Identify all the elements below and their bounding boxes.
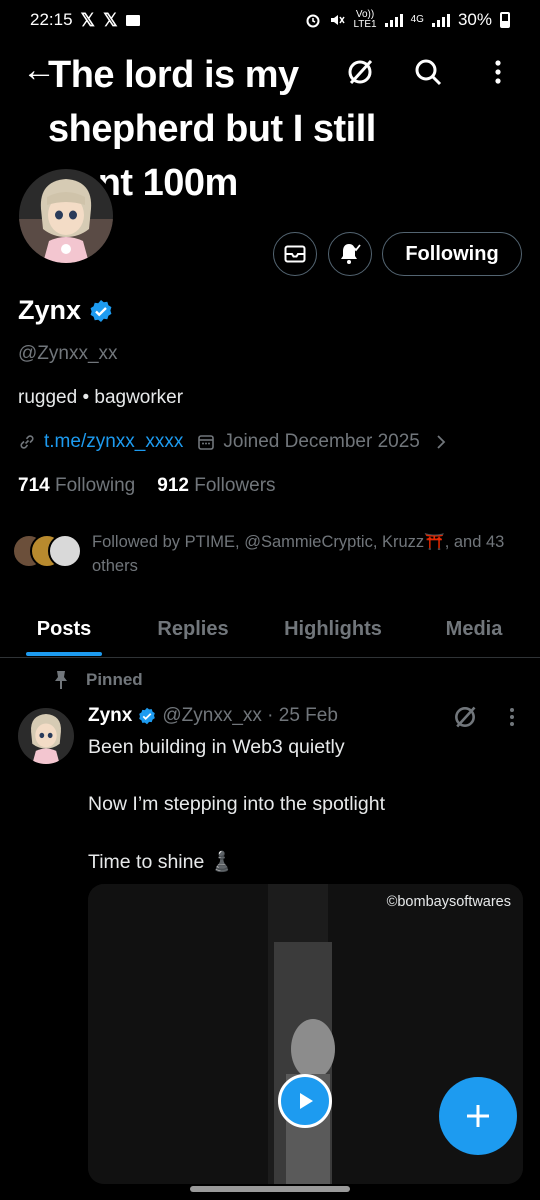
avatar [48,534,82,568]
video-watermark: ©bombaysoftwares [386,894,511,910]
tab-posts[interactable]: Posts [0,600,128,658]
post-header: Zynx @Zynxx_xx · 25 Feb [88,705,338,727]
followers-stat[interactable]: 912 Followers [157,475,275,497]
link-icon [20,435,34,449]
profile-link[interactable]: t.me/zynxx_xxxx [44,431,183,453]
compose-post-button[interactable] [439,1077,517,1155]
tab-media[interactable]: Media [408,600,540,658]
volte-indicator: Vo)) LTE1 [353,9,377,30]
grok-icon[interactable] [452,704,478,735]
post-text-line: Time to shine ♟️ [88,851,235,873]
post-more-icon[interactable] [508,704,516,735]
calendar-icon [198,435,215,450]
display-name: Zynx [18,295,82,325]
active-tab-indicator [26,652,102,656]
tab-replies[interactable]: Replies [128,600,258,658]
pinned-indicator: Pinned [52,670,143,690]
followed-by-text: Followed by PTIME, @SammieCryptic, Kruzz… [92,533,505,575]
verified-badge-icon [139,707,156,725]
joined-date: Joined December 2025 [223,431,420,452]
message-button[interactable] [273,232,317,276]
profile-avatar[interactable] [15,165,117,267]
grok-icon[interactable] [342,54,378,90]
pin-icon [55,671,67,689]
follow-stats: 714 Following 912 Followers [18,475,276,497]
play-icon [300,1093,313,1109]
post-author-name[interactable]: Zynx [88,705,132,727]
following-stat[interactable]: 714 Following [18,475,135,497]
signal-icon [384,13,403,27]
follower-avatars [12,530,82,570]
network-type: 4G [410,14,424,25]
signal-icon [431,13,450,27]
post-meta: @Zynxx_xx · 25 Feb [162,705,338,726]
status-bar: 22:15 𝕏 𝕏 Vo)) LTE1 4G 30% [0,0,540,40]
plus-icon [467,1105,489,1127]
name-row: Zynx [18,295,113,326]
post-text-line: Now I’m stepping into the spotlight [88,793,385,815]
following-button[interactable]: Following [382,232,522,276]
home-indicator[interactable] [190,1186,350,1192]
bio: rugged • bagworker [18,387,184,408]
x-app-icon: 𝕏 [103,9,118,30]
tab-highlights[interactable]: Highlights [258,600,408,658]
play-button[interactable] [278,1074,332,1128]
chevron-right-icon[interactable] [434,433,448,451]
mail-icon [284,245,306,263]
battery-percent: 30% [457,10,492,29]
more-options-icon[interactable] [480,54,516,90]
post-text-line: Been building in Web3 quietly [88,736,345,758]
clock: 22:15 [30,10,73,29]
alarm-icon [306,14,320,28]
bell-check-icon [341,244,361,264]
mute-icon [331,15,346,25]
followed-by-row[interactable]: Followed by PTIME, @SammieCryptic, Kruzz… [12,530,522,578]
search-icon[interactable] [410,54,446,90]
x-app-icon: 𝕏 [80,9,96,30]
verified-badge-icon [90,299,112,322]
notifications-button[interactable] [328,232,372,276]
folder-icon [125,14,140,26]
battery-icon [500,12,510,28]
user-handle: @Zynxx_xx [18,343,118,364]
post-author-avatar[interactable] [18,708,74,764]
profile-meta: t.me/zynxx_xxxx Joined December 2025 [18,431,448,453]
profile-tabs: Posts Replies Highlights Media [0,600,540,658]
